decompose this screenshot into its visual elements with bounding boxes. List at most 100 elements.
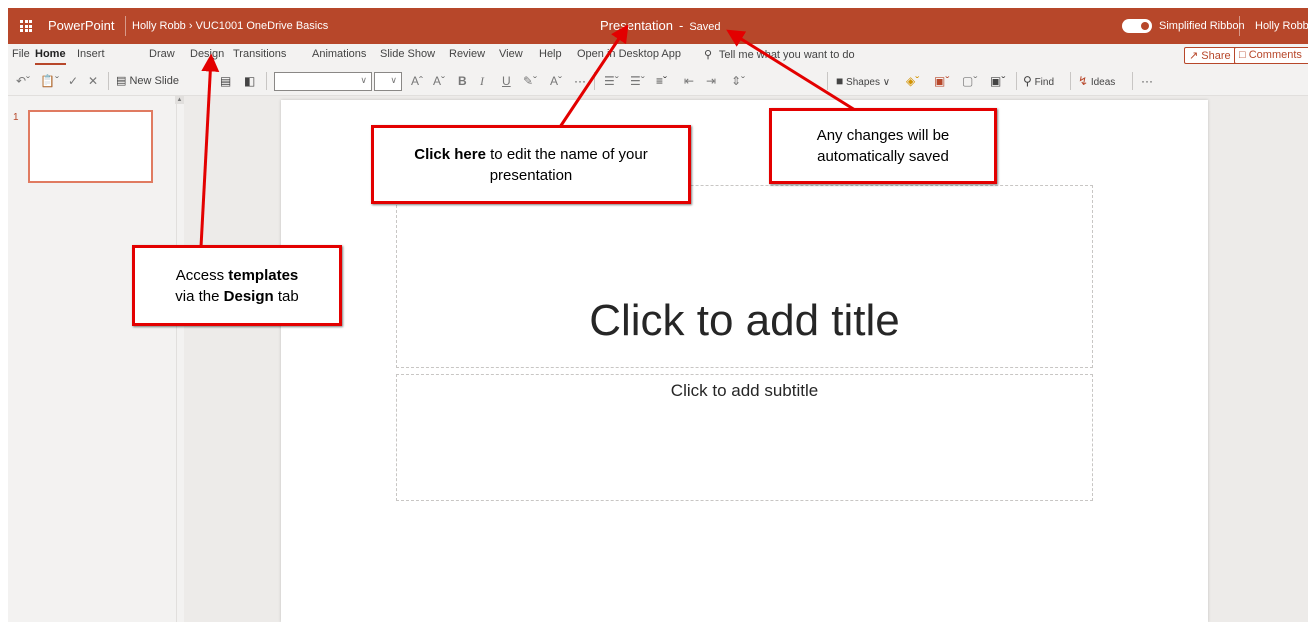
tab-home[interactable]: Home xyxy=(35,48,66,65)
subtitle-placeholder[interactable]: Click to add subtitle xyxy=(396,374,1093,501)
app-launcher-icon[interactable] xyxy=(20,20,32,32)
title-bar: PowerPoint Holly Robb › VUC1001 OneDrive… xyxy=(8,8,1308,44)
title-separator xyxy=(1239,16,1240,36)
title-placeholder-text: Click to add title xyxy=(589,296,900,345)
ribbon-separator xyxy=(827,72,828,90)
save-status: Saved xyxy=(689,21,721,33)
autosave-callout-text: Any changes will be automatically saved xyxy=(816,127,950,165)
shape-outline-icon[interactable]: ▣ˇ xyxy=(934,73,949,89)
lightbulb-icon: ⚲ xyxy=(704,49,713,61)
tab-slide-show[interactable]: Slide Show xyxy=(380,48,435,60)
rename-callout-bold: Click here xyxy=(414,145,486,163)
slide-thumbnail[interactable] xyxy=(28,110,153,183)
tab-help[interactable]: Help xyxy=(539,48,562,60)
menu-tabs: File Home Insert Draw Design Transitions… xyxy=(8,44,1308,66)
format-painter-icon[interactable]: ✓ xyxy=(68,73,78,89)
tab-draw[interactable]: Draw xyxy=(149,48,175,60)
find-button[interactable]: ⚲ Find xyxy=(1023,73,1054,91)
tell-me-search[interactable]: ⚲ Tell me what you want to do xyxy=(704,48,855,61)
tab-review[interactable]: Review xyxy=(449,48,485,60)
shape-fill-icon[interactable]: ◈ˇ xyxy=(906,73,919,89)
new-slide-icon: ▤ xyxy=(116,75,127,87)
delete-icon[interactable]: ✕ xyxy=(88,73,98,89)
ribbon-separator xyxy=(266,72,267,90)
arrange-icon[interactable]: ▣ˇ xyxy=(990,73,1005,89)
ribbon-toolbar: ↶ˇ 📋ˇ ✓ ✕ ▤ New Slide ▤ ◧ ∨ ∨ Aˆ Aˇ B I … xyxy=(8,66,1308,96)
shapes-label: Shapes xyxy=(846,77,880,88)
underline-icon[interactable]: U xyxy=(502,73,511,89)
grow-font-icon[interactable]: Aˆ xyxy=(411,73,423,89)
rename-callout-text: to edit the name of your presentation xyxy=(485,145,648,184)
title-placeholder[interactable]: Click to add title xyxy=(396,185,1093,368)
share-icon: ↗ xyxy=(1189,50,1199,62)
templates-callout-text-2: via the xyxy=(175,287,224,305)
open-in-desktop-app-button[interactable]: Open in Desktop App xyxy=(577,48,681,60)
lightning-icon: ↯ xyxy=(1078,74,1089,88)
shrink-font-icon[interactable]: Aˇ xyxy=(433,73,445,89)
presentation-title[interactable]: Presentation - Saved xyxy=(600,18,721,33)
tab-file[interactable]: File xyxy=(12,48,30,60)
align-icon[interactable]: ≡ˇ xyxy=(656,73,667,89)
presentation-name[interactable]: Presentation xyxy=(600,18,673,33)
tab-design[interactable]: Design xyxy=(190,48,224,60)
numbering-icon[interactable]: ☰ˇ xyxy=(630,73,645,89)
subtitle-placeholder-text: Click to add subtitle xyxy=(670,381,819,400)
tab-insert[interactable]: Insert xyxy=(77,48,105,60)
ribbon-separator xyxy=(108,72,109,90)
font-color-icon[interactable]: Aˇ xyxy=(550,73,562,89)
shape-effects-icon[interactable]: ▢ˇ xyxy=(962,73,977,89)
comments-button[interactable]: □ Comments xyxy=(1234,47,1308,64)
paste-icon[interactable]: 📋ˇ xyxy=(40,73,59,89)
layout-icon[interactable]: ▤ xyxy=(220,73,231,89)
comment-icon: □ xyxy=(1239,49,1246,61)
new-slide-button[interactable]: ▤ New Slide xyxy=(116,73,179,89)
title-dash: - xyxy=(679,18,684,33)
ribbon-separator xyxy=(594,72,595,90)
thumbnail-scrollbar[interactable] xyxy=(176,96,184,622)
shapes-icon: ■ xyxy=(836,74,844,88)
background-icon[interactable]: ◧ xyxy=(244,73,255,89)
line-spacing-icon[interactable]: ⇕ˇ xyxy=(731,73,745,89)
app-name[interactable]: PowerPoint xyxy=(48,18,114,33)
highlight-icon[interactable]: ✎ˇ xyxy=(523,73,537,89)
more-options-button[interactable]: ··· xyxy=(1141,73,1153,89)
font-name-combo[interactable]: ∨ xyxy=(274,72,372,91)
tell-me-label: Tell me what you want to do xyxy=(718,49,855,61)
powerpoint-online-window: PowerPoint Holly Robb › VUC1001 OneDrive… xyxy=(0,0,1308,622)
bullets-icon[interactable]: ☰ˇ xyxy=(604,73,619,89)
user-account[interactable]: Holly Robb xyxy=(1255,20,1308,32)
scroll-up-icon[interactable]: ▲ xyxy=(175,96,184,104)
simplified-ribbon-toggle[interactable] xyxy=(1122,19,1152,33)
templates-callout-bold-2: Design xyxy=(223,287,274,305)
decrease-indent-icon[interactable]: ⇤ xyxy=(684,73,694,89)
chevron-down-icon: ∨ xyxy=(882,77,891,88)
share-label: Share xyxy=(1201,50,1231,62)
tab-animations[interactable]: Animations xyxy=(312,48,366,60)
italic-icon[interactable]: I xyxy=(480,73,484,89)
search-icon: ⚲ xyxy=(1023,74,1032,88)
undo-icon[interactable]: ↶ˇ xyxy=(16,73,30,89)
share-button[interactable]: ↗ Share xyxy=(1184,47,1237,64)
breadcrumb[interactable]: Holly Robb › VUC1001 OneDrive Basics xyxy=(132,20,328,32)
new-slide-label: New Slide xyxy=(129,75,179,87)
find-label: Find xyxy=(1034,77,1055,88)
ribbon-separator xyxy=(1016,72,1017,90)
bold-icon[interactable]: B xyxy=(458,73,467,89)
templates-callout: Access templates via the Design tab xyxy=(132,245,342,326)
templates-callout-bold-1: templates xyxy=(228,266,299,284)
shapes-button[interactable]: ■ Shapes ∨ xyxy=(836,73,890,91)
ideas-button[interactable]: ↯ Ideas xyxy=(1078,73,1115,91)
chevron-down-icon: ∨ xyxy=(360,75,367,85)
increase-indent-icon[interactable]: ⇥ xyxy=(706,73,716,89)
tab-transitions[interactable]: Transitions xyxy=(233,48,286,60)
templates-callout-text-1: Access xyxy=(175,266,229,284)
tab-view[interactable]: View xyxy=(499,48,523,60)
ribbon-separator xyxy=(1132,72,1133,90)
templates-callout-text-3: tab xyxy=(273,287,299,305)
more-font-options-button[interactable]: ··· xyxy=(574,73,586,89)
comments-label: Comments xyxy=(1248,49,1302,61)
font-size-combo[interactable]: ∨ xyxy=(374,72,402,91)
autosave-callout: Any changes will be automatically saved xyxy=(769,108,997,184)
slide-number: 1 xyxy=(13,112,19,123)
ideas-label: Ideas xyxy=(1090,77,1116,88)
